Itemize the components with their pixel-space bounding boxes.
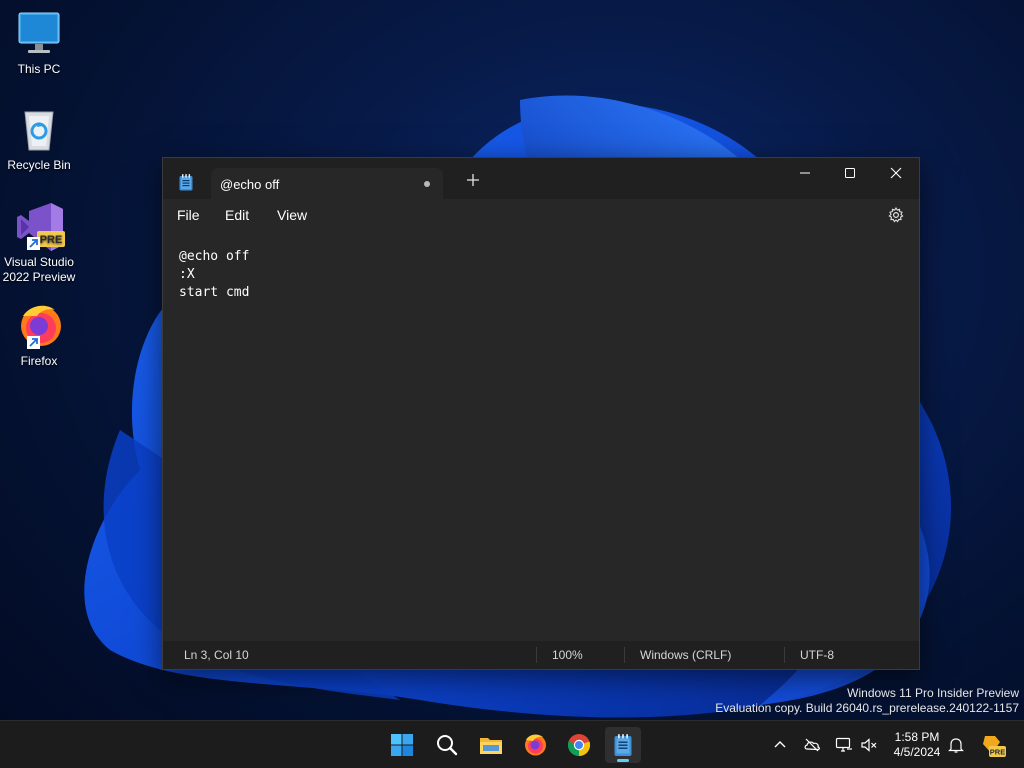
svg-text:PRE: PRE	[40, 234, 63, 246]
menu-edit[interactable]: Edit	[225, 207, 249, 223]
desktop-icon-visual-studio[interactable]: PRE Visual Studio 2022 Preview	[0, 203, 78, 285]
recycle-bin-icon	[15, 106, 63, 154]
notification-bell-icon[interactable]	[947, 736, 965, 754]
new-tab-button[interactable]	[465, 173, 481, 189]
watermark-build: Evaluation copy. Build 26040.rs_prerelea…	[715, 701, 1019, 715]
firefox-icon	[15, 302, 63, 350]
status-separator	[624, 647, 625, 663]
chrome-taskbar-button[interactable]	[561, 727, 597, 763]
desktop-icon-label: This PC	[17, 62, 61, 76]
status-separator	[536, 647, 537, 663]
notepad-icon	[614, 734, 632, 756]
monitor-icon	[15, 10, 63, 58]
chrome-icon	[567, 734, 591, 757]
maximize-button[interactable]	[827, 158, 873, 190]
notepad-taskbar-button[interactable]	[605, 727, 641, 763]
volume-muted-icon[interactable]	[860, 736, 878, 754]
file-explorer-icon	[480, 738, 502, 754]
text-editor-area[interactable]: @echo off :X start cmd	[163, 233, 919, 641]
watermark-edition: Windows 11 Pro Insider Preview	[847, 686, 1019, 700]
network-icon[interactable]	[835, 736, 853, 754]
desktop-icon-recycle-bin[interactable]: Recycle Bin	[0, 106, 78, 173]
encoding[interactable]: UTF-8	[800, 648, 834, 662]
editor-line: @echo off	[179, 249, 250, 264]
firefox-icon	[525, 734, 546, 756]
menu-file[interactable]: File	[177, 207, 200, 223]
search-icon	[437, 735, 458, 756]
desktop-icon-label-line2: 2022 Preview	[2, 270, 76, 284]
desktop-icon-label: Recycle Bin	[7, 158, 71, 172]
notepad-app-icon	[179, 174, 193, 191]
onedrive-icon[interactable]	[803, 736, 821, 754]
search-button[interactable]	[429, 727, 465, 763]
active-app-indicator	[617, 759, 629, 762]
status-separator	[784, 647, 785, 663]
tab-echo-off[interactable]: @echo off	[211, 168, 443, 199]
menu-view[interactable]: View	[277, 207, 307, 223]
editor-line: start cmd	[179, 285, 250, 300]
svg-text:PRE: PRE	[990, 748, 1005, 757]
minimize-icon	[800, 172, 810, 174]
clock-date: 4/5/2024	[893, 745, 941, 759]
chevron-up-icon[interactable]	[771, 736, 789, 754]
dev-badge-icon[interactable]: PRE	[980, 732, 1006, 758]
unsaved-dot-icon[interactable]	[424, 181, 430, 187]
desktop-icon-label: Firefox	[20, 354, 58, 368]
maximize-icon	[845, 168, 855, 178]
clock-time: 1:58 PM	[894, 730, 940, 744]
minimize-button[interactable]	[782, 158, 828, 190]
taskbar-clock[interactable]: 1:58 PM 4/5/2024	[882, 730, 952, 760]
status-bar: Ln 3, Col 10 100% Windows (CRLF) UTF-8	[163, 641, 919, 669]
menu-bar: File Edit View	[163, 199, 919, 233]
plus-icon	[467, 174, 479, 186]
firefox-taskbar-button[interactable]	[517, 727, 553, 763]
zoom-level[interactable]: 100%	[552, 648, 583, 662]
start-button[interactable]	[384, 727, 420, 763]
cursor-position: Ln 3, Col 10	[184, 648, 249, 662]
desktop-icon-this-pc[interactable]: This PC	[0, 10, 78, 77]
editor-line: :X	[179, 267, 195, 282]
notepad-window[interactable]: @echo off File Edit View @echo off:X st…	[162, 157, 920, 670]
desktop-icon-label-line1: Visual Studio	[4, 255, 74, 269]
close-icon	[890, 167, 902, 179]
desktop-icon-firefox[interactable]: Firefox	[0, 302, 78, 369]
line-ending[interactable]: Windows (CRLF)	[640, 648, 731, 662]
title-bar[interactable]: @echo off	[163, 158, 919, 199]
taskbar: 1:58 PM 4/5/2024 PRE	[0, 720, 1024, 768]
tab-title: @echo off	[220, 177, 280, 192]
start-icon	[391, 734, 413, 756]
close-button[interactable]	[873, 158, 919, 190]
file-explorer-button[interactable]	[473, 727, 509, 763]
visual-studio-icon: PRE	[15, 203, 65, 251]
settings-gear-icon[interactable]	[888, 207, 904, 223]
